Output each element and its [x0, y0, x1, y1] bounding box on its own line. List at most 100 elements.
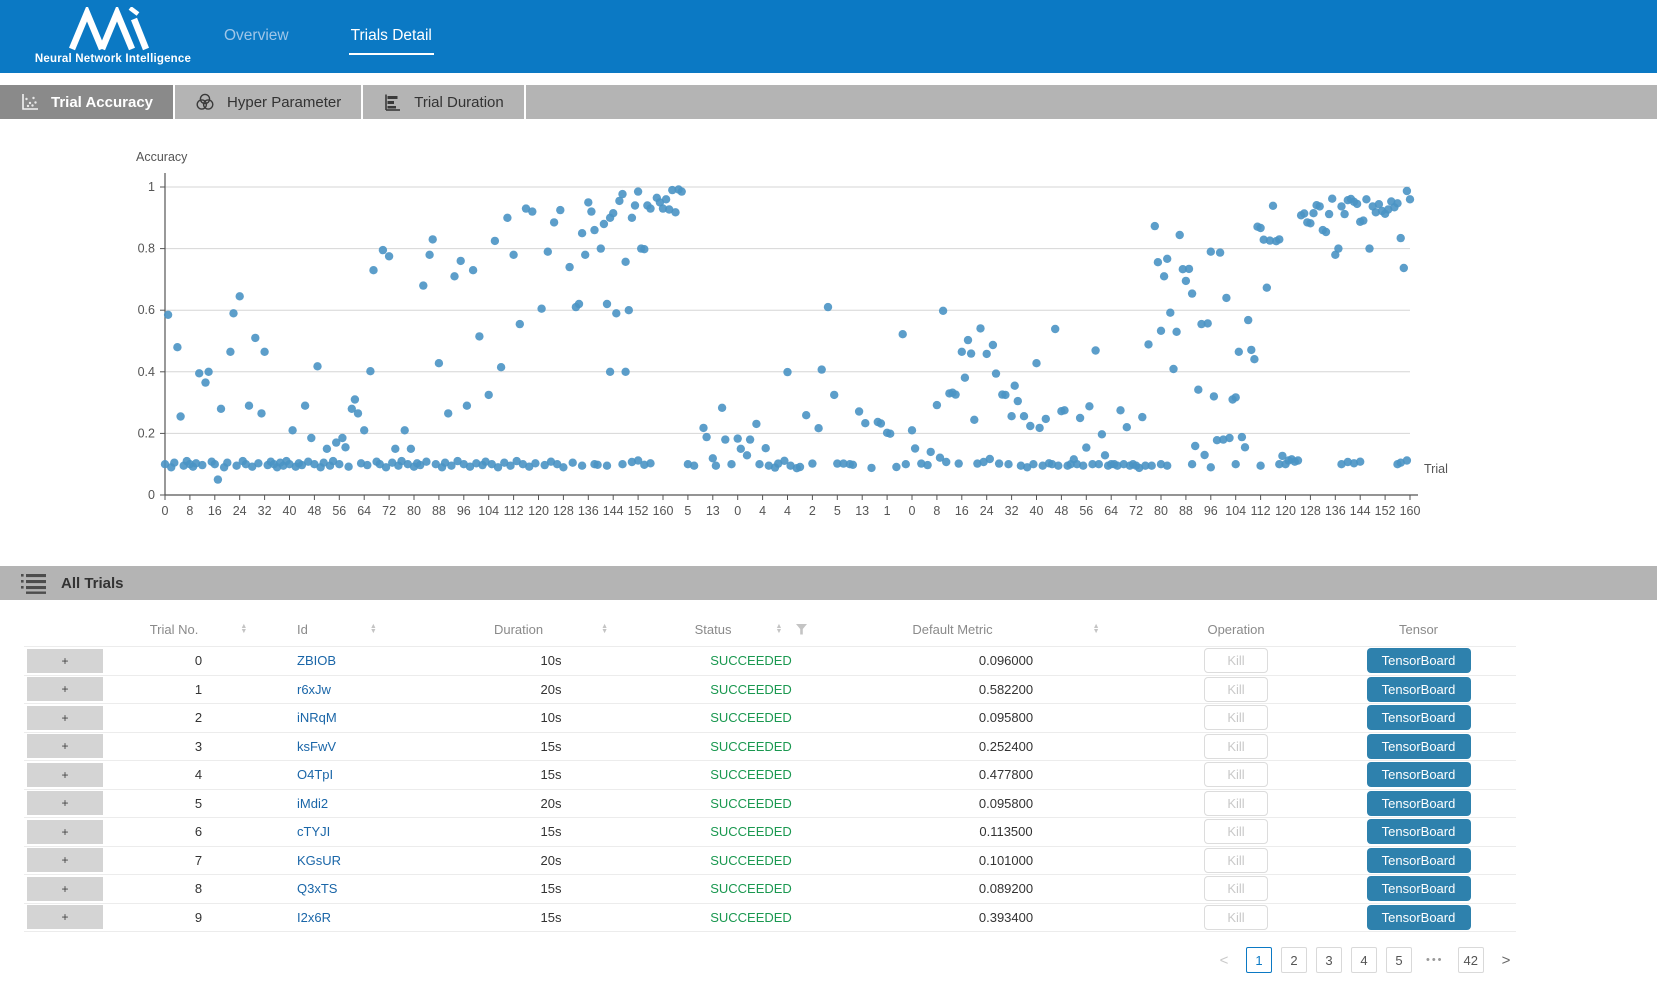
scatter-point[interactable]: [737, 445, 745, 453]
scatter-point[interactable]: [391, 445, 399, 453]
sort-icon[interactable]: ▲▼: [240, 624, 247, 634]
expand-row-button[interactable]: +: [27, 763, 103, 787]
scatter-point[interactable]: [1406, 195, 1414, 203]
scatter-point[interactable]: [1400, 264, 1408, 272]
scatter-point[interactable]: [173, 343, 181, 351]
scatter-point[interactable]: [734, 434, 742, 442]
scatter-point[interactable]: [544, 248, 552, 256]
scatter-point[interactable]: [497, 363, 505, 371]
scatter-point[interactable]: [1079, 462, 1087, 470]
trial-id-cell[interactable]: ZBIOB: [297, 653, 336, 668]
scatter-point[interactable]: [1207, 248, 1215, 256]
scatter-point[interactable]: [951, 390, 959, 398]
tensorboard-button[interactable]: TensorBoard: [1367, 791, 1471, 816]
expand-row-button[interactable]: +: [27, 877, 103, 901]
scatter-point[interactable]: [796, 463, 804, 471]
scatter-point[interactable]: [1032, 359, 1040, 367]
scatter-point[interactable]: [923, 461, 931, 469]
scatter-point[interactable]: [211, 460, 219, 468]
kill-button[interactable]: Kill: [1204, 905, 1268, 930]
scatter-point[interactable]: [301, 402, 309, 410]
scatter-point[interactable]: [606, 368, 614, 376]
scatter-point[interactable]: [1148, 462, 1156, 470]
scatter-point[interactable]: [1054, 462, 1062, 470]
scatter-point[interactable]: [618, 190, 626, 198]
scatter-point[interactable]: [1362, 195, 1370, 203]
scatter-point[interactable]: [1007, 412, 1015, 420]
scatter-point[interactable]: [1337, 202, 1345, 210]
scatter-point[interactable]: [341, 443, 349, 451]
scatter-point[interactable]: [217, 405, 225, 413]
scatter-point[interactable]: [678, 187, 686, 195]
scatter-point[interactable]: [528, 207, 536, 215]
scatter-point[interactable]: [1397, 234, 1405, 242]
scatter-point[interactable]: [646, 204, 654, 212]
scatter-point[interactable]: [1238, 433, 1246, 441]
scatter-point[interactable]: [961, 374, 969, 382]
kill-button[interactable]: Kill: [1204, 791, 1268, 816]
scatter-point[interactable]: [1188, 460, 1196, 468]
scatter-point[interactable]: [625, 306, 633, 314]
scatter-point[interactable]: [755, 460, 763, 468]
nav-tab-trials-detail[interactable]: Trials Detail: [349, 19, 434, 55]
scatter-point[interactable]: [245, 402, 253, 410]
scatter-point[interactable]: [581, 251, 589, 259]
scatter-point[interactable]: [578, 462, 586, 470]
kill-button[interactable]: Kill: [1204, 705, 1268, 730]
kill-button[interactable]: Kill: [1204, 648, 1268, 673]
scatter-point[interactable]: [1359, 216, 1367, 224]
scatter-point[interactable]: [176, 412, 184, 420]
scatter-point[interactable]: [457, 257, 465, 265]
scatter-point[interactable]: [892, 463, 900, 471]
scatter-point[interactable]: [808, 459, 816, 467]
scatter-point[interactable]: [861, 419, 869, 427]
scatter-point[interactable]: [1365, 244, 1373, 252]
scatter-point[interactable]: [587, 207, 595, 215]
scatter-point[interactable]: [584, 198, 592, 206]
scatter-point[interactable]: [369, 266, 377, 274]
sort-icon[interactable]: ▲▼: [1093, 624, 1100, 634]
scatter-point[interactable]: [1216, 248, 1224, 256]
scatter-point[interactable]: [1035, 424, 1043, 432]
kill-button[interactable]: Kill: [1204, 819, 1268, 844]
scatter-point[interactable]: [503, 214, 511, 222]
scatter-point[interactable]: [1004, 460, 1012, 468]
scatter-point[interactable]: [204, 368, 212, 376]
scatter-point[interactable]: [762, 444, 770, 452]
tensorboard-button[interactable]: TensorBoard: [1367, 648, 1471, 673]
scatter-point[interactable]: [1353, 200, 1361, 208]
scatter-point[interactable]: [618, 460, 626, 468]
kill-button[interactable]: Kill: [1204, 677, 1268, 702]
expand-row-button[interactable]: +: [27, 848, 103, 872]
trial-id-cell[interactable]: I2x6R: [297, 910, 331, 925]
scatter-point[interactable]: [818, 365, 826, 373]
scatter-point[interactable]: [1325, 210, 1333, 218]
scatter-point[interactable]: [1225, 434, 1233, 442]
scatter-point[interactable]: [1328, 195, 1336, 203]
scatter-point[interactable]: [752, 420, 760, 428]
scatter-point[interactable]: [908, 426, 916, 434]
expand-row-button[interactable]: +: [27, 905, 103, 929]
scatter-point[interactable]: [1166, 309, 1174, 317]
scatter-point[interactable]: [1029, 460, 1037, 468]
scatter-point[interactable]: [1204, 319, 1212, 327]
scatter-point[interactable]: [1176, 231, 1184, 239]
scatter-point[interactable]: [690, 462, 698, 470]
scatter-point[interactable]: [226, 348, 234, 356]
scatter-point[interactable]: [983, 350, 991, 358]
scatter-point[interactable]: [531, 459, 539, 467]
scatter-point[interactable]: [335, 460, 343, 468]
scatter-point[interactable]: [1403, 456, 1411, 464]
scatter-point[interactable]: [429, 235, 437, 243]
nni-logo[interactable]: Neural Network Intelligence: [28, 4, 198, 70]
scatter-point[interactable]: [1085, 402, 1093, 410]
scatter-point[interactable]: [575, 300, 583, 308]
scatter-point[interactable]: [992, 369, 1000, 377]
scatter-point[interactable]: [1011, 382, 1019, 390]
scatter-point[interactable]: [485, 391, 493, 399]
scatter-point[interactable]: [469, 266, 477, 274]
scatter-point[interactable]: [1163, 255, 1171, 263]
scatter-point[interactable]: [164, 311, 172, 319]
scatter-point[interactable]: [709, 454, 717, 462]
scatter-point[interactable]: [1151, 222, 1159, 230]
